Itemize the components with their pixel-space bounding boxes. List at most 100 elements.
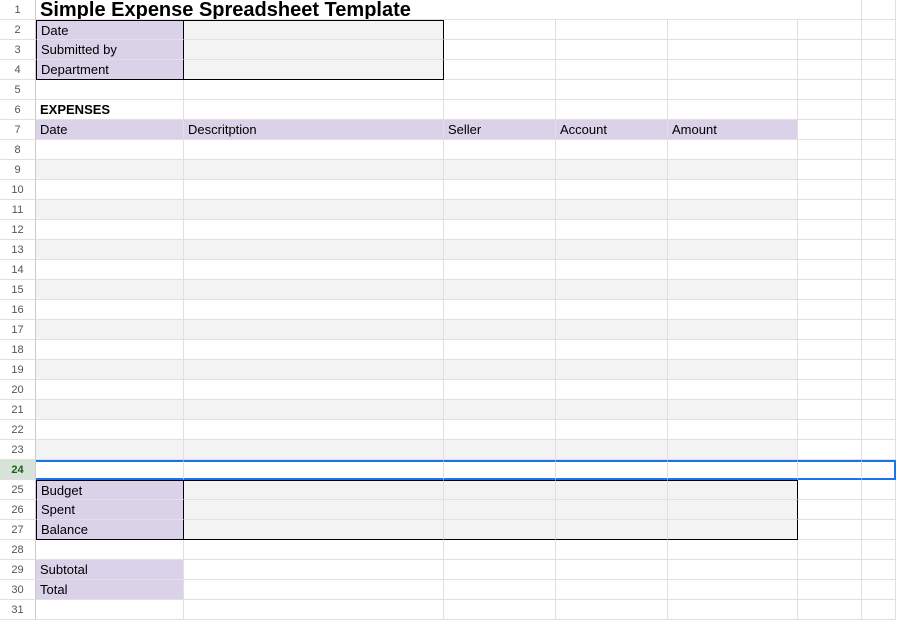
cell[interactable]	[556, 560, 668, 580]
cell[interactable]	[862, 500, 896, 520]
table-row[interactable]	[36, 400, 184, 420]
cell[interactable]	[444, 500, 556, 520]
row-header[interactable]: 20	[0, 380, 36, 400]
label-spent[interactable]: Spent	[36, 500, 184, 520]
cell[interactable]	[444, 600, 556, 620]
cell[interactable]	[444, 560, 556, 580]
cell[interactable]	[184, 80, 444, 100]
label-department[interactable]: Department	[36, 60, 184, 80]
cell[interactable]	[798, 220, 862, 240]
table-row[interactable]	[36, 320, 184, 340]
row-header[interactable]: 13	[0, 240, 36, 260]
cell-selected[interactable]	[184, 460, 444, 480]
table-row[interactable]	[36, 240, 184, 260]
table-row[interactable]	[184, 300, 444, 320]
page-title[interactable]: Simple Expense Spreadsheet Template	[36, 0, 798, 20]
cell[interactable]	[862, 580, 896, 600]
cell[interactable]	[798, 300, 862, 320]
row-header[interactable]: 31	[0, 600, 36, 620]
table-row[interactable]	[444, 440, 556, 460]
table-row[interactable]	[556, 440, 668, 460]
table-row[interactable]	[444, 220, 556, 240]
cell[interactable]	[862, 340, 896, 360]
cell[interactable]	[862, 420, 896, 440]
cell[interactable]	[668, 500, 798, 520]
cell[interactable]	[798, 540, 862, 560]
cell[interactable]	[668, 520, 798, 540]
cell[interactable]	[668, 540, 798, 560]
table-row[interactable]	[556, 160, 668, 180]
cell[interactable]	[668, 80, 798, 100]
cell[interactable]	[798, 360, 862, 380]
cell[interactable]	[444, 540, 556, 560]
cell[interactable]	[668, 480, 798, 500]
table-row[interactable]	[184, 440, 444, 460]
cell[interactable]	[798, 520, 862, 540]
table-row[interactable]	[556, 400, 668, 420]
table-row[interactable]	[36, 260, 184, 280]
cell[interactable]	[862, 360, 896, 380]
table-row[interactable]	[668, 400, 798, 420]
table-row[interactable]	[184, 420, 444, 440]
table-row[interactable]	[668, 260, 798, 280]
input-department[interactable]	[184, 60, 444, 80]
row-header[interactable]: 26	[0, 500, 36, 520]
cell[interactable]	[556, 480, 668, 500]
table-row[interactable]	[668, 280, 798, 300]
cell[interactable]	[798, 160, 862, 180]
cell[interactable]	[862, 560, 896, 580]
table-row[interactable]	[184, 280, 444, 300]
table-row[interactable]	[36, 440, 184, 460]
label-date[interactable]: Date	[36, 20, 184, 40]
row-header[interactable]: 5	[0, 80, 36, 100]
row-header[interactable]: 6	[0, 100, 36, 120]
table-row[interactable]	[556, 300, 668, 320]
row-header[interactable]: 4	[0, 60, 36, 80]
cell[interactable]	[556, 40, 668, 60]
table-row[interactable]	[556, 220, 668, 240]
cell[interactable]	[862, 160, 896, 180]
table-row[interactable]	[184, 260, 444, 280]
cell[interactable]	[798, 120, 862, 140]
row-header[interactable]: 22	[0, 420, 36, 440]
cell[interactable]	[444, 520, 556, 540]
cell[interactable]	[556, 80, 668, 100]
table-row[interactable]	[668, 160, 798, 180]
cell[interactable]	[862, 100, 896, 120]
cell[interactable]	[444, 580, 556, 600]
table-row[interactable]	[36, 340, 184, 360]
table-row[interactable]	[668, 300, 798, 320]
table-row[interactable]	[184, 140, 444, 160]
table-row[interactable]	[444, 200, 556, 220]
table-row[interactable]	[36, 280, 184, 300]
cell[interactable]	[798, 0, 862, 20]
table-row[interactable]	[668, 320, 798, 340]
cell-selected[interactable]	[556, 460, 668, 480]
cell[interactable]	[798, 500, 862, 520]
label-budget[interactable]: Budget	[36, 480, 184, 500]
table-row[interactable]	[668, 220, 798, 240]
table-row[interactable]	[444, 280, 556, 300]
cell[interactable]	[862, 260, 896, 280]
table-row[interactable]	[556, 320, 668, 340]
cell[interactable]	[862, 320, 896, 340]
label-expenses[interactable]: EXPENSES	[36, 100, 184, 120]
table-row[interactable]	[668, 240, 798, 260]
table-row[interactable]	[444, 400, 556, 420]
row-header[interactable]: 3	[0, 40, 36, 60]
row-header[interactable]: 1	[0, 0, 36, 20]
cell[interactable]	[668, 60, 798, 80]
cell[interactable]	[798, 140, 862, 160]
row-header[interactable]: 12	[0, 220, 36, 240]
table-row[interactable]	[668, 180, 798, 200]
cell[interactable]	[668, 600, 798, 620]
cell[interactable]	[36, 80, 184, 100]
row-header[interactable]: 10	[0, 180, 36, 200]
cell[interactable]	[668, 100, 798, 120]
label-total[interactable]: Total	[36, 580, 184, 600]
cell[interactable]	[798, 200, 862, 220]
input-balance[interactable]	[184, 520, 444, 540]
table-row[interactable]	[36, 380, 184, 400]
row-header[interactable]: 21	[0, 400, 36, 420]
cell[interactable]	[798, 420, 862, 440]
